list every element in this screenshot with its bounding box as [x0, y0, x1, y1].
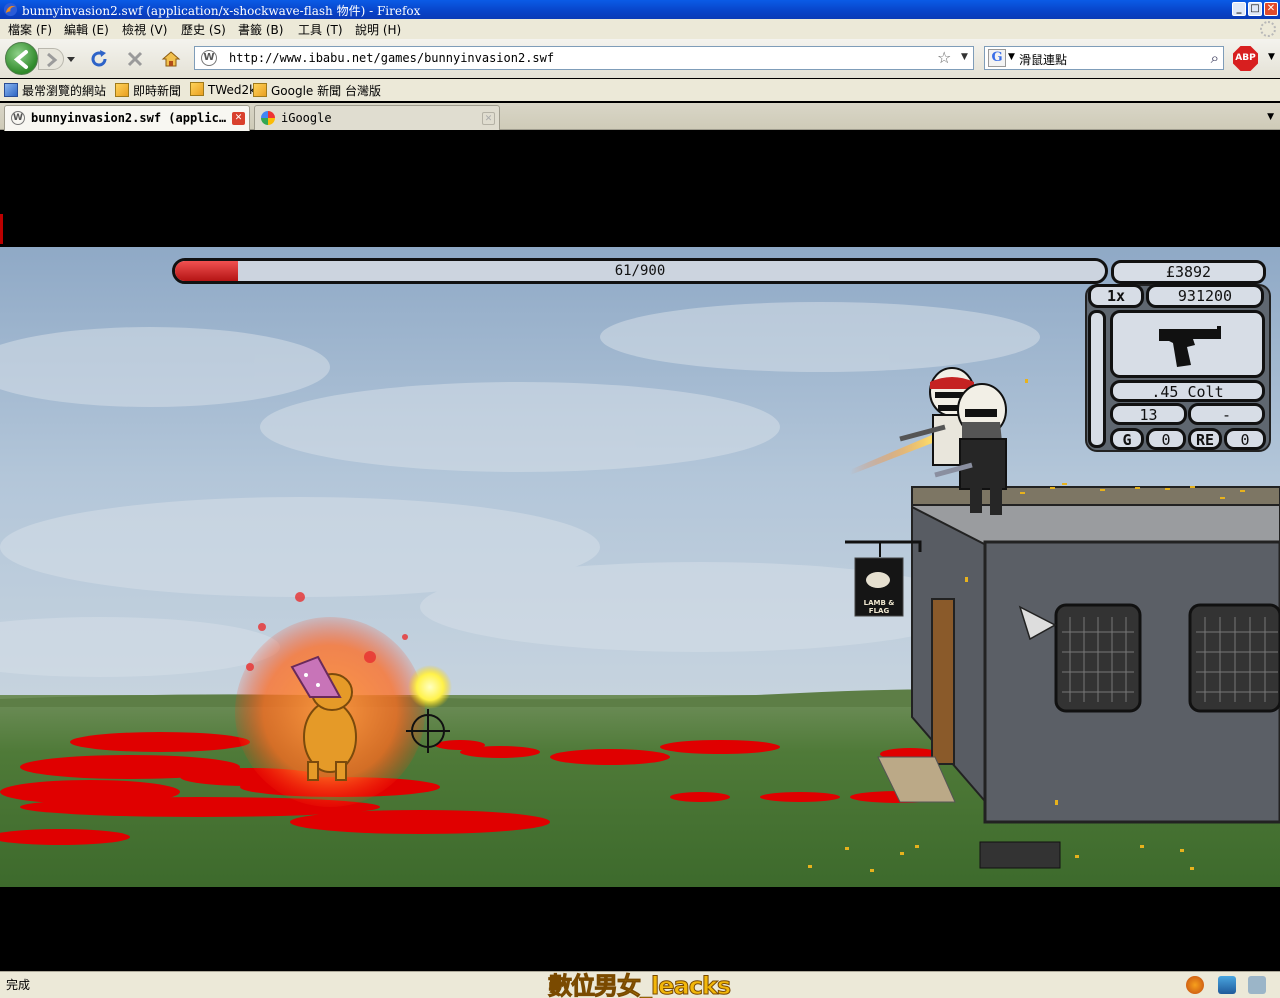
multiplier-display: 1x [1088, 284, 1144, 308]
health-text: 61/900 [614, 263, 666, 279]
menu-file[interactable]: 檔案 (F) [8, 21, 52, 38]
tab-strip: W bunnyinvasion2.swf (applic… ✕ iGoogle … [0, 103, 1280, 131]
search-magnifier-icon[interactable]: ⌕ [1211, 49, 1219, 67]
screen-capture-icon[interactable] [1218, 976, 1236, 994]
loading-throbber-icon [1260, 21, 1276, 37]
tab-favicon-icon: W [11, 111, 25, 125]
minimize-button[interactable]: _ [1232, 2, 1246, 16]
adblock-dropdown-icon[interactable]: ▼ [1268, 52, 1275, 62]
status-bar: 完成 數位男女_leacks [0, 971, 1280, 998]
pub-sign-text-2: FLAG [869, 607, 890, 615]
tab-close-button[interactable]: ✕ [482, 112, 495, 125]
menu-view[interactable]: 檢視 (V) [122, 21, 167, 38]
ammo-count: 13 [1110, 403, 1187, 425]
firefox-status-icon[interactable] [1186, 976, 1204, 994]
reserve-ammo: - [1188, 403, 1265, 425]
site-favicon-icon: W [201, 50, 217, 66]
title-bar: bunnyinvasion2.swf (application/x-shockw… [0, 0, 1280, 19]
page-edge-marker [0, 214, 3, 244]
rss-feed-icon [190, 82, 204, 96]
bookmark-star-icon[interactable]: ☆ [937, 48, 951, 67]
search-engine-dropdown-icon[interactable]: ▼ [1008, 52, 1015, 62]
tab-igoogle[interactable]: iGoogle ✕ [254, 105, 500, 130]
back-button[interactable] [5, 42, 38, 75]
forward-button[interactable] [38, 48, 64, 70]
remote-count: 0 [1224, 428, 1266, 450]
bookmark-label: Google 新聞 台灣版 [271, 84, 381, 98]
adblock-button[interactable]: ABP [1233, 46, 1258, 71]
url-dropdown-icon[interactable]: ▼ [961, 52, 968, 62]
bookmark-label: 最常瀏覽的網站 [22, 84, 107, 98]
search-bar[interactable]: G ▼ 滑鼠連點 ⌕ [984, 46, 1224, 70]
score-display: 931200 [1146, 284, 1264, 308]
money-display: £3892 [1111, 260, 1266, 284]
weapon-name: .45 Colt [1110, 380, 1265, 402]
remote-label: RE [1188, 428, 1222, 450]
tab-list-dropdown-icon[interactable]: ▼ [1267, 112, 1274, 122]
firefox-app-icon [3, 2, 18, 17]
bookmark-folder-icon [4, 83, 18, 97]
url-text[interactable]: http://www.ibabu.net/games/bunnyinvasion… [229, 51, 554, 65]
tab-close-button[interactable]: ✕ [232, 112, 245, 125]
reload-icon[interactable] [89, 49, 109, 69]
status-text: 完成 [6, 978, 31, 992]
search-input[interactable]: 滑鼠連點 [1019, 51, 1067, 68]
bookmarks-toolbar: 最常瀏覽的網站 即時新聞 TWed2k Google 新聞 台灣版 [0, 79, 1280, 101]
watermark: 數位男女_leacks [547, 972, 731, 998]
forward-arrow-icon [47, 52, 58, 68]
bookmark-twed2k[interactable]: TWed2k [190, 82, 256, 98]
rss-feed-icon [253, 83, 267, 97]
rss-feed-icon [115, 83, 129, 97]
history-dropdown-icon[interactable] [66, 54, 76, 64]
weapon-icon-panel [1110, 310, 1265, 378]
bullet-impact-flash [408, 665, 452, 709]
bookmark-label: 即時新聞 [133, 84, 182, 98]
browser-window: bunnyinvasion2.swf (application/x-shockw… [0, 0, 1280, 998]
menu-tools[interactable]: 工具 (T) [298, 21, 343, 38]
bookmark-live-news[interactable]: 即時新聞 [115, 82, 181, 98]
home-icon[interactable] [161, 49, 181, 69]
back-arrow-icon [13, 50, 28, 69]
menu-edit[interactable]: 編輯 (E) [64, 21, 109, 38]
tab-bunnyinvasion[interactable]: W bunnyinvasion2.swf (applic… ✕ [4, 105, 250, 131]
menu-bar: 檔案 (F) 編輯 (E) 檢視 (V) 歷史 (S) 書籤 (B) 工具 (T… [0, 19, 1280, 39]
menu-help[interactable]: 說明 (H) [355, 21, 401, 38]
reload-progress-gauge [1088, 310, 1106, 448]
grenade-count: 0 [1146, 428, 1186, 450]
grenade-label: G [1110, 428, 1144, 450]
addon-status-icon[interactable] [1248, 976, 1266, 994]
stop-icon[interactable] [125, 49, 145, 69]
menu-history[interactable]: 歷史 (S) [181, 21, 226, 38]
close-window-button[interactable]: ✕ [1264, 2, 1278, 16]
tab-title: bunnyinvasion2.swf (applic… [31, 111, 227, 125]
url-bar[interactable]: W http://www.ibabu.net/games/bunnyinvasi… [194, 46, 974, 70]
window-title: bunnyinvasion2.swf (application/x-shockw… [22, 4, 421, 18]
pistol-icon [1159, 326, 1221, 367]
bookmark-label: TWed2k [208, 83, 257, 97]
maximize-button[interactable]: □ [1248, 2, 1262, 16]
bookmark-google-news[interactable]: Google 新聞 台灣版 [253, 82, 381, 98]
tab-title: iGoogle [281, 111, 332, 125]
health-bar: 61/900 [172, 258, 1108, 284]
menu-bookmarks[interactable]: 書籤 (B) [238, 21, 283, 38]
pub-sign-text-1: LAMB & [864, 599, 895, 607]
google-favicon-icon [261, 111, 275, 125]
search-engine-icon[interactable]: G [988, 49, 1006, 67]
bookmark-most-visited[interactable]: 最常瀏覽的網站 [4, 82, 106, 98]
